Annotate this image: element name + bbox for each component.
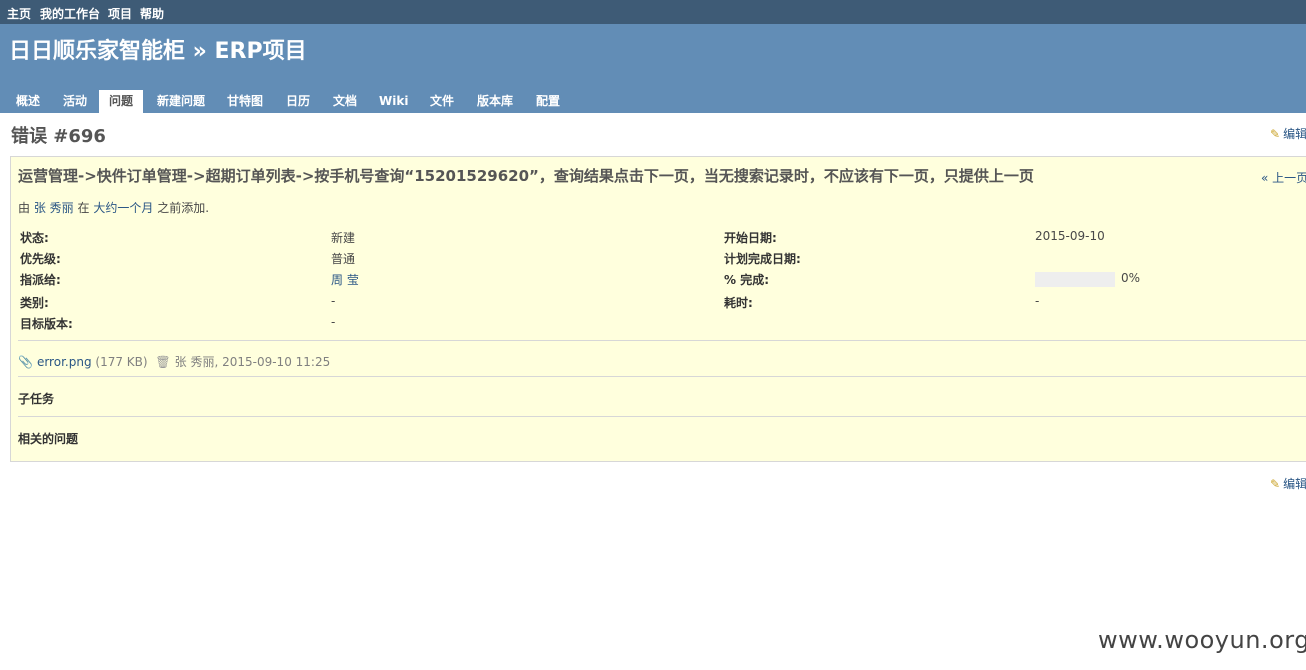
- time-ago-link[interactable]: 大约一个月: [93, 201, 153, 215]
- priority-value: 普通: [331, 252, 356, 266]
- edit-link-bottom[interactable]: ✎ 编辑: [1270, 475, 1306, 492]
- top-menu-home[interactable]: 主页: [7, 5, 31, 22]
- spent-time-label: 耗时:: [724, 296, 753, 310]
- author-suffix: 之前添加.: [157, 201, 210, 215]
- category-value: -: [331, 294, 336, 308]
- watermark: www.wooyun.org: [1098, 626, 1306, 654]
- previous-link[interactable]: « 上一页: [1261, 169, 1306, 186]
- top-menu-help[interactable]: 帮助: [140, 5, 164, 22]
- due-date-label: 计划完成日期:: [724, 252, 801, 266]
- top-menu: 主页 我的工作台 项目 帮助: [0, 0, 1306, 24]
- pencil-icon: ✎: [1270, 127, 1281, 141]
- edit-link-top[interactable]: ✎ 编辑: [1270, 125, 1306, 142]
- tab-overview[interactable]: 概述: [9, 90, 47, 113]
- done-ratio-label: % 完成:: [724, 273, 770, 287]
- tab-calendar[interactable]: 日历: [279, 90, 317, 113]
- edit-label: 编辑: [1283, 127, 1306, 141]
- target-version-label: 目标版本:: [20, 317, 73, 331]
- top-menu-my-page[interactable]: 我的工作台: [40, 5, 100, 22]
- pencil-icon: ✎: [1270, 477, 1281, 491]
- tab-activity[interactable]: 活动: [56, 90, 94, 113]
- spent-time-value: -: [1035, 294, 1040, 308]
- subtasks-title: 子任务: [18, 392, 55, 406]
- tab-gantt[interactable]: 甘特图: [220, 90, 270, 113]
- project-title: 日日顺乐家智能柜 » ERP项目: [9, 39, 307, 64]
- attachment-link[interactable]: error.png: [37, 355, 92, 369]
- tab-settings[interactable]: 配置: [528, 90, 568, 113]
- divider: [18, 416, 1306, 417]
- author-prefix: 由: [18, 201, 31, 215]
- target-version-value: -: [331, 315, 336, 329]
- tab-repository[interactable]: 版本库: [470, 90, 520, 113]
- paperclip-icon: 📎: [18, 355, 33, 369]
- status-value: 新建: [331, 231, 356, 245]
- assignee-label: 指派给:: [20, 273, 61, 287]
- author-middle: 在: [77, 201, 90, 215]
- divider: [18, 376, 1306, 377]
- top-menu-projects[interactable]: 项目: [108, 5, 132, 22]
- issue-title: 错误 #696: [11, 126, 106, 147]
- tab-issues[interactable]: 问题: [99, 90, 143, 113]
- start-date-label: 开始日期:: [724, 231, 777, 245]
- tab-files[interactable]: 文件: [423, 90, 461, 113]
- issue-details: 运营管理->快件订单管理->超期订单列表->按手机号查询“15201529620…: [10, 156, 1306, 462]
- issue-subject: 运营管理->快件订单管理->超期订单列表->按手机号查询“15201529620…: [18, 167, 1034, 185]
- trash-icon[interactable]: 🗑: [155, 355, 170, 369]
- divider: [18, 340, 1306, 341]
- tab-documents[interactable]: 文档: [326, 90, 364, 113]
- author-link[interactable]: 张 秀丽: [34, 201, 74, 215]
- assignee-link[interactable]: 周 莹: [331, 271, 359, 288]
- progress-bar: [1035, 272, 1115, 287]
- edit-label: 编辑: [1283, 477, 1306, 491]
- author-line: 由 张 秀丽 在 大约一个月 之前添加.: [18, 199, 209, 216]
- priority-label: 优先级:: [20, 252, 61, 266]
- attachment-author-date: 张 秀丽, 2015-09-10 11:25: [174, 355, 331, 369]
- status-label: 状态:: [20, 231, 49, 245]
- attachment-row: 📎 error.png (177 KB) 🗑 张 秀丽, 2015-09-10 11…: [18, 353, 330, 370]
- tab-new-issue[interactable]: 新建问题: [150, 90, 212, 113]
- project-header: 日日顺乐家智能柜 » ERP项目 概述 活动 问题 新建问题 甘特图 日历 文档…: [0, 24, 1306, 113]
- attachment-size: (177 KB): [95, 355, 148, 369]
- start-date-value: 2015-09-10: [1035, 229, 1105, 243]
- done-ratio-value: 0%: [1121, 271, 1141, 285]
- relations-title: 相关的问题: [18, 432, 79, 446]
- category-label: 类别:: [20, 296, 49, 310]
- tab-wiki[interactable]: Wiki: [372, 90, 414, 113]
